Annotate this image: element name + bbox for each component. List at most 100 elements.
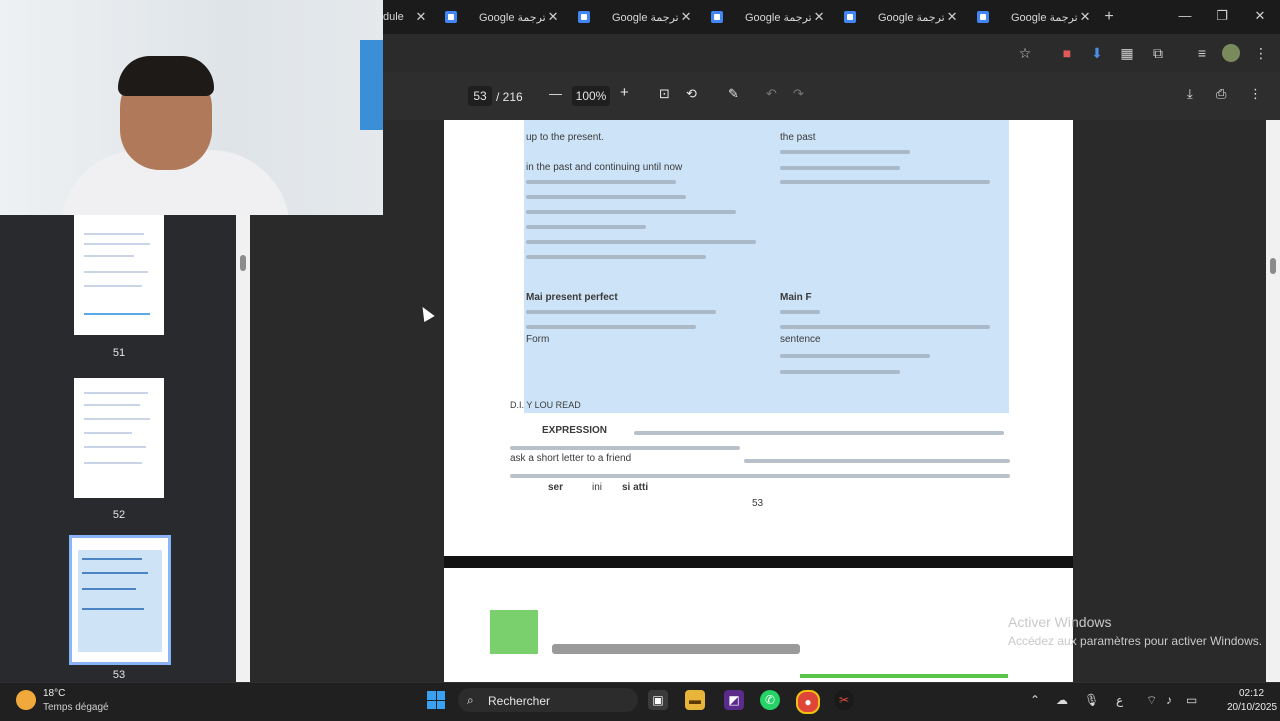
sidebar-scrollbar[interactable] <box>236 215 250 682</box>
person-hair <box>118 56 214 96</box>
close-icon[interactable]: ✕ <box>1077 9 1093 25</box>
minimize-button[interactable]: — <box>1175 8 1195 23</box>
tab-partial[interactable]: dule ✕ <box>383 4 433 30</box>
weather-temperature[interactable]: 18°C <box>43 688 65 699</box>
doc-word: ini <box>592 482 603 493</box>
menu-kebab-icon[interactable]: ⋮ <box>1252 44 1270 62</box>
tab-title: Google ترجمة <box>479 11 546 24</box>
doc-line: in the past and continuing until now <box>526 162 683 173</box>
search-icon: ⌕ <box>467 693 474 707</box>
tab-title: Google ترجمة <box>878 11 945 24</box>
translate-favicon-icon <box>977 11 989 23</box>
tab-title: Google ترجمة <box>1011 11 1078 24</box>
doc-word: ser <box>548 482 564 493</box>
pdf-page-54[interactable] <box>444 568 1073 682</box>
thumbnail-page-number: 51 <box>112 347 126 359</box>
doc-line: Main F <box>780 292 812 303</box>
task-view-icon[interactable]: ▣ <box>648 690 668 710</box>
webcam-overlay <box>0 0 383 215</box>
tab-google-translate[interactable]: Google ترجمة ✕ <box>969 4 1097 30</box>
page-thumbnail-52[interactable] <box>74 378 164 498</box>
page-number-input[interactable]: 53 <box>468 86 492 106</box>
reading-list-icon[interactable]: ≡ <box>1193 44 1211 62</box>
thumbnail-page-number: 53 <box>112 669 126 681</box>
input-language-icon[interactable]: ع <box>1116 693 1123 707</box>
doc-line: Form <box>526 334 550 345</box>
main-scrollbar[interactable] <box>1266 120 1280 682</box>
activation-watermark-text: Accédez aux paramètres pour activer Wind… <box>1008 634 1263 648</box>
tab-google-translate[interactable]: Google ترجمة ✕ <box>703 4 831 30</box>
extensions-puzzle-icon[interactable]: ⧉ <box>1149 44 1167 62</box>
tab-title: Google ترجمة <box>745 11 812 24</box>
onedrive-cloud-icon[interactable]: ☁ <box>1056 693 1068 707</box>
new-tab-button[interactable]: + <box>1100 8 1118 26</box>
qr-extension-icon[interactable]: ▦ <box>1118 44 1136 62</box>
tray-overflow-chevron-icon[interactable]: ⌃ <box>1030 693 1040 707</box>
download-icon[interactable]: ⤓ <box>1187 86 1193 102</box>
tab-google-translate[interactable]: Google ترجمة ✕ <box>836 4 964 30</box>
fit-page-icon[interactable]: ⊡ <box>659 86 670 102</box>
extension-record-icon[interactable]: ■ <box>1058 44 1076 62</box>
clock-date[interactable]: 20/10/2025 <box>1227 702 1277 713</box>
doc-line: up to the present. <box>526 132 604 143</box>
page-total-label: / 216 <box>496 90 523 104</box>
page-thumbnail-51[interactable] <box>74 215 164 335</box>
main-scroll-thumb[interactable] <box>1270 258 1276 274</box>
weather-moon-icon[interactable] <box>16 690 36 710</box>
windows-start-icon[interactable] <box>427 691 445 709</box>
volume-icon[interactable]: ♪ <box>1166 693 1172 707</box>
download-extension-icon[interactable]: ⬇ <box>1088 44 1106 62</box>
close-icon[interactable]: ✕ <box>811 9 827 25</box>
section-heading: D.I. Y LOU READ <box>510 400 581 410</box>
tab-title: dule <box>383 11 404 23</box>
profile-avatar[interactable] <box>1222 44 1240 62</box>
zoom-level-input[interactable]: 100% <box>572 86 610 106</box>
zoom-in-button[interactable]: + <box>620 84 629 101</box>
redo-icon[interactable]: ↷ <box>793 86 804 102</box>
doc-line: the past <box>780 132 816 143</box>
photos-app-icon[interactable]: ◩ <box>724 690 744 710</box>
maximize-button[interactable]: ❐ <box>1212 8 1232 24</box>
activation-watermark-title: Activer Windows <box>1008 614 1112 630</box>
translate-favicon-icon <box>711 11 723 23</box>
clock-time[interactable]: 02:12 <box>1239 688 1264 699</box>
doc-word: EXPRESSION <box>542 425 608 436</box>
translate-favicon-icon <box>844 11 856 23</box>
thumbnail-page-number: 52 <box>112 509 126 521</box>
weather-description[interactable]: Temps dégagé <box>43 702 109 713</box>
translate-favicon-icon <box>578 11 590 23</box>
page-thumbnail-53-selected[interactable] <box>69 535 171 665</box>
tab-google-translate[interactable]: Google ترجمة ✕ <box>437 4 565 30</box>
tab-title: Google ترجمة <box>612 11 679 24</box>
window-close-button[interactable]: ✕ <box>1250 8 1270 24</box>
green-graphic <box>490 610 538 654</box>
annotate-pen-icon[interactable]: ✎ <box>728 86 739 102</box>
translate-favicon-icon <box>445 11 457 23</box>
sidebar-scroll-thumb[interactable] <box>240 255 246 271</box>
zoom-out-button[interactable]: — <box>549 86 562 101</box>
pdf-page-53[interactable]: up to the present. in the past and conti… <box>444 120 1073 556</box>
battery-icon[interactable]: ▭ <box>1186 693 1197 707</box>
chrome-icon[interactable]: ● <box>796 690 820 714</box>
tab-google-translate[interactable]: Google ترجمة ✕ <box>570 4 698 30</box>
doc-word: si atti <box>622 482 649 493</box>
doc-line: Mai present perfect <box>526 292 618 303</box>
close-icon[interactable]: ✕ <box>944 9 960 25</box>
print-icon[interactable]: ⎙ <box>1216 86 1226 102</box>
close-icon[interactable]: ✕ <box>413 9 429 25</box>
doc-line: sentence <box>780 334 821 345</box>
doc-word: ask a short letter to a friend <box>510 453 632 464</box>
rotate-icon[interactable]: ⟲ <box>686 86 697 102</box>
undo-icon[interactable]: ↶ <box>766 86 777 102</box>
close-icon[interactable]: ✕ <box>545 9 561 25</box>
wifi-icon[interactable]: ⌔ <box>1146 693 1157 708</box>
snipping-app-icon[interactable]: ✂ <box>834 690 854 710</box>
file-explorer-icon[interactable]: ▬ <box>685 690 705 710</box>
more-options-icon[interactable]: ⋮ <box>1249 86 1262 102</box>
green-rule <box>800 674 1008 678</box>
microphone-icon[interactable]: 🎙 <box>1084 693 1099 707</box>
close-icon[interactable]: ✕ <box>678 9 694 25</box>
page-footer-number: 53 <box>752 498 764 509</box>
bookmark-star-icon[interactable]: ☆ <box>1016 44 1034 62</box>
whatsapp-icon[interactable]: ✆ <box>760 690 780 710</box>
